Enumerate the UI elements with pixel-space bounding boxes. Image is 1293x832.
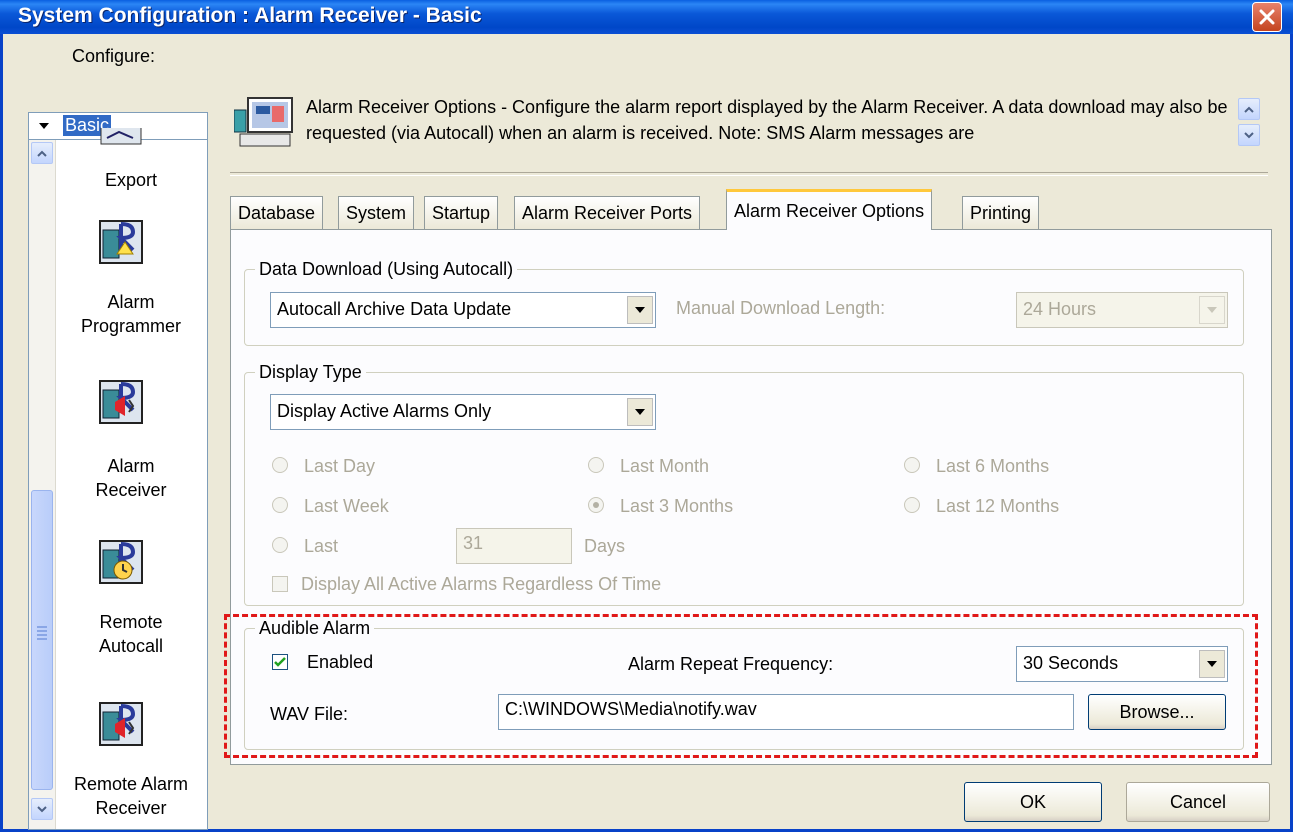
browse-button[interactable]: Browse... [1088, 694, 1226, 730]
window-title: System Configuration : Alarm Receiver - … [18, 4, 482, 27]
display-type-dropdown[interactable]: Display Active Alarms Only [270, 394, 656, 430]
tab-printing[interactable]: Printing [962, 196, 1040, 229]
data-download-value: Autocall Archive Data Update [277, 299, 512, 319]
repeat-frequency-value: 30 Seconds [1023, 653, 1119, 673]
enabled-checkbox[interactable]: Enabled [272, 652, 373, 673]
ok-button[interactable]: OK [964, 782, 1102, 822]
configure-label: Configure: [72, 46, 156, 66]
enabled-label: Enabled [307, 652, 374, 672]
check-icon [274, 657, 286, 667]
alarm-programmer-icon[interactable] [99, 220, 143, 264]
sidebar-item-label: Receiver [95, 480, 167, 500]
remote-autocall-icon[interactable] [99, 540, 143, 584]
radio-last-month[interactable]: Last Month [588, 456, 709, 477]
sidebar-item-label: Alarm [107, 292, 155, 312]
radio-label: Last 6 Months [936, 456, 1050, 476]
chevron-down-icon[interactable] [627, 398, 653, 426]
sidebar-item-label: Alarm [107, 456, 155, 476]
display-type-title: Display Type [255, 360, 366, 384]
sidebar-item-label: Autocall [98, 636, 164, 656]
alarm-receiver-icon[interactable] [99, 380, 143, 424]
cancel-button[interactable]: Cancel [1126, 782, 1270, 822]
scroll-up-button[interactable] [31, 142, 53, 164]
sidebar-item-alarm-receiver[interactable]: Alarm Receiver [55, 454, 207, 502]
title-bar: System Configuration : Alarm Receiver - … [0, 0, 1293, 34]
radio-last-6-months[interactable]: Last 6 Months [904, 456, 1049, 477]
header-separator [230, 172, 1268, 176]
chevron-down-icon[interactable] [29, 113, 59, 139]
scroll-thumb[interactable] [31, 490, 53, 790]
chevron-down-icon [37, 805, 47, 812]
radio-last-week[interactable]: Last Week [272, 496, 389, 517]
radio-last[interactable]: Last [272, 536, 338, 557]
sidebar-item-label: Programmer [80, 316, 182, 336]
radio-label: Last Month [620, 456, 710, 476]
days-input[interactable]: 31 [456, 528, 572, 564]
audible-alarm-title: Audible Alarm [255, 616, 375, 640]
close-icon [1259, 9, 1275, 25]
checkbox-box[interactable] [272, 654, 288, 670]
radio-label: Last 12 Months [936, 496, 1060, 516]
manual-download-length-dropdown[interactable]: 24 Hours [1016, 292, 1228, 328]
radio-label: Last Day [304, 456, 376, 476]
sidebar-item-remote-alarm-receiver[interactable]: Remote Alarm Receiver [55, 772, 207, 820]
manual-download-length-label: Manual Download Length: [676, 298, 886, 318]
tab-startup[interactable]: Startup [424, 196, 499, 229]
repeat-frequency-dropdown[interactable]: 30 Seconds [1016, 646, 1228, 682]
tab-system[interactable]: System [338, 196, 415, 229]
checkbox-box[interactable] [272, 576, 288, 592]
sidebar-item-label: Remote [99, 612, 163, 632]
radio-last-3-months[interactable]: Last 3 Months [588, 496, 733, 517]
sidebar-item-alarm-programmer[interactable]: Alarm Programmer [55, 290, 207, 338]
manual-download-length-value: 24 Hours [1023, 299, 1097, 319]
remote-alarm-receiver-icon[interactable] [99, 702, 143, 746]
display-all-checkbox[interactable]: Display All Active Alarms Regardless Of … [272, 574, 661, 595]
display-type-value: Display Active Alarms Only [277, 401, 492, 421]
radio-label: Last [304, 536, 339, 556]
sidebar-item-remote-autocall[interactable]: Remote Autocall [55, 610, 207, 658]
sidebar-item-label: Remote Alarm [73, 774, 189, 794]
sidebar-item-label: Export [104, 170, 158, 190]
display-all-label: Display All Active Alarms Regardless Of … [301, 574, 662, 594]
radio-last-day[interactable]: Last Day [272, 456, 375, 477]
computer-monitor-icon [233, 96, 296, 152]
chevron-up-icon [1244, 106, 1254, 113]
chevron-down-icon[interactable] [1199, 296, 1225, 324]
close-button[interactable] [1252, 2, 1282, 32]
tab-alarm-receiver-options[interactable]: Alarm Receiver Options [726, 189, 933, 230]
export-icon[interactable] [99, 128, 143, 146]
repeat-frequency-label: Alarm Repeat Frequency: [628, 654, 834, 674]
chevron-up-icon [37, 150, 47, 157]
sidebar-item-label: Receiver [95, 798, 167, 818]
data-download-title: Data Download (Using Autocall) [255, 257, 518, 281]
header-scroll-down-button[interactable] [1238, 124, 1260, 146]
radio-label: Last Week [304, 496, 389, 516]
sidebar-scrollbar[interactable] [29, 140, 56, 829]
chevron-down-icon[interactable] [627, 296, 653, 324]
header-description: Alarm Receiver Options - Configure the a… [306, 97, 1228, 143]
tab-alarm-receiver-ports[interactable]: Alarm Receiver Ports [514, 196, 701, 229]
chevron-down-icon [1244, 131, 1254, 138]
chevron-down-icon[interactable] [1199, 650, 1225, 678]
scroll-down-button[interactable] [31, 798, 53, 820]
tab-database[interactable]: Database [230, 196, 324, 229]
data-download-dropdown[interactable]: Autocall Archive Data Update [270, 292, 656, 328]
sidebar: Export Alarm Programmer Alarm Receiver R… [28, 128, 208, 830]
wav-file-input[interactable]: C:\WINDOWS\Media\notify.wav [498, 694, 1074, 730]
sidebar-item-export[interactable]: Export [55, 168, 207, 192]
radio-last-12-months[interactable]: Last 12 Months [904, 496, 1059, 517]
header-scroll-up-button[interactable] [1238, 98, 1260, 120]
days-label: Days [584, 536, 626, 556]
wav-file-label: WAV File: [270, 704, 349, 724]
radio-label: Last 3 Months [620, 496, 734, 516]
